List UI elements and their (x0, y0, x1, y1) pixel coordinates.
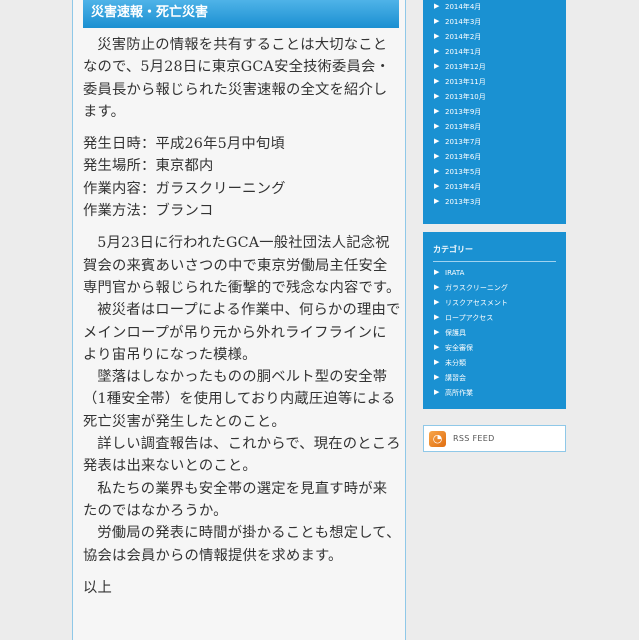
arrow-right-icon: ▶ (434, 313, 440, 321)
archive-link[interactable]: 2013年12月 (445, 63, 486, 71)
category-link[interactable]: 講習会 (445, 374, 466, 382)
archive-link[interactable]: 2013年3月 (445, 198, 481, 206)
category-link[interactable]: 安全審保 (445, 344, 473, 352)
category-link[interactable]: ロープアクセス (445, 314, 493, 322)
arrow-right-icon: ▶ (434, 137, 440, 145)
archive-link[interactable]: 2014年2月 (445, 33, 481, 41)
arrow-right-icon: ▶ (434, 122, 440, 130)
archive-item[interactable]: ▶ 2013年3月 (433, 193, 486, 208)
archive-item[interactable]: ▶ 2013年11月 (433, 73, 486, 88)
arrow-right-icon: ▶ (434, 358, 440, 366)
category-link[interactable]: IRATA (445, 269, 464, 277)
rss-label: RSS FEED (453, 434, 495, 443)
detail-work: 作業内容：ガラスクリーニング (83, 180, 286, 197)
rss-feed-link[interactable]: ◔ RSS FEED (423, 425, 566, 452)
archive-link[interactable]: 2013年8月 (445, 123, 481, 131)
arrow-right-icon: ▶ (434, 283, 440, 291)
archive-widget: ▶ 2014年4月 ▶ 2014年3月 ▶ 2014年2月 ▶ 2014年1月 ▶ 2013年12… (423, 0, 566, 224)
detail-method: 作業方法：ブランコ (83, 203, 214, 220)
article-paragraph: 墜落はしなかったものの胴ベルト型の安全帯（1種安全帯）を使用しており内蔵圧迫等に… (83, 369, 396, 430)
detail-location: 発生場所：東京都内 (83, 158, 214, 175)
category-link[interactable]: 未分類 (445, 359, 466, 367)
category-widget: カテゴリー ▶ IRATA ▶ ガラスクリーニング ▶ リスクアセスメント ▶ ロープアクセス… (423, 232, 566, 409)
arrow-right-icon: ▶ (434, 182, 440, 190)
archive-item[interactable]: ▶ 2013年4月 (433, 178, 486, 193)
archive-link[interactable]: 2014年4月 (445, 3, 481, 11)
arrow-right-icon: ▶ (434, 62, 440, 70)
main-content: 災害速報・死亡災害 災害防止の情報を共有することは大切なことなので、5月28日に… (72, 0, 406, 640)
category-item[interactable]: ▶ ガラスクリーニング (433, 281, 556, 296)
archive-item[interactable]: ▶ 2014年3月 (433, 13, 486, 28)
category-item[interactable]: ▶ 高所作業 (433, 386, 556, 401)
arrow-right-icon: ▶ (434, 167, 440, 175)
arrow-right-icon: ▶ (434, 17, 440, 25)
category-link[interactable]: 保護具 (445, 329, 466, 337)
category-item[interactable]: ▶ リスクアセスメント (433, 296, 556, 311)
article-paragraph: 5月23日に行われたGCA一般社団法人記念祝賀会の来賓あいさつの中で東京労働局主… (83, 235, 401, 296)
incident-details: 発生日時：平成26年5月中旬頃 発生場所：東京都内 作業内容：ガラスクリーニング… (83, 133, 401, 222)
category-item[interactable]: ▶ 未分類 (433, 356, 556, 371)
archive-item[interactable]: ▶ 2014年4月 (433, 0, 486, 13)
arrow-right-icon: ▶ (434, 2, 440, 10)
arrow-right-icon: ▶ (434, 328, 440, 336)
article-body: 災害防止の情報を共有することは大切なことなので、5月28日に東京GCA安全技術委… (83, 34, 401, 599)
category-item[interactable]: ▶ 安全審保 (433, 341, 556, 356)
archive-link[interactable]: 2014年3月 (445, 18, 481, 26)
arrow-right-icon: ▶ (434, 197, 440, 205)
rss-icon: ◔ (429, 431, 446, 447)
arrow-right-icon: ▶ (434, 32, 440, 40)
article-paragraph: 被災者はロープによる作業中、何らかの理由でメインロープが吊り元から外れライフライ… (83, 302, 401, 363)
archive-link[interactable]: 2013年9月 (445, 108, 481, 116)
article-heading: 災害速報・死亡災害 (83, 0, 399, 28)
archive-item[interactable]: ▶ 2013年12月 (433, 58, 486, 73)
archive-link[interactable]: 2013年4月 (445, 183, 481, 191)
arrow-right-icon: ▶ (434, 92, 440, 100)
article-intro: 災害防止の情報を共有することは大切なことなので、5月28日に東京GCA安全技術委… (83, 37, 391, 120)
archive-item[interactable]: ▶ 2014年2月 (433, 28, 486, 43)
arrow-right-icon: ▶ (434, 343, 440, 351)
archive-list: ▶ 2014年4月 ▶ 2014年3月 ▶ 2014年2月 ▶ 2014年1月 ▶ 2013年12… (433, 0, 486, 208)
archive-item[interactable]: ▶ 2014年1月 (433, 43, 486, 58)
arrow-right-icon: ▶ (434, 373, 440, 381)
category-item[interactable]: ▶ 保護具 (433, 326, 556, 341)
archive-item[interactable]: ▶ 2013年5月 (433, 163, 486, 178)
page: 災害速報・死亡災害 災害防止の情報を共有することは大切なことなので、5月28日に… (0, 0, 639, 640)
archive-link[interactable]: 2013年10月 (445, 93, 486, 101)
category-link[interactable]: リスクアセスメント (445, 299, 508, 307)
archive-link[interactable]: 2014年1月 (445, 48, 481, 56)
arrow-right-icon: ▶ (434, 77, 440, 85)
article-paragraph: 詳しい調査報告は、これからで、現在のところ発表は出来ないとのこと。 (83, 436, 401, 475)
category-item[interactable]: ▶ 講習会 (433, 371, 556, 386)
category-link[interactable]: 高所作業 (445, 389, 473, 397)
arrow-right-icon: ▶ (434, 298, 440, 306)
article-paragraph: 私たちの業界も安全帯の選定を見直す時が来たのではなかろうか。 (83, 480, 388, 519)
arrow-right-icon: ▶ (434, 107, 440, 115)
archive-item[interactable]: ▶ 2013年9月 (433, 103, 486, 118)
archive-item[interactable]: ▶ 2013年7月 (433, 133, 486, 148)
archive-link[interactable]: 2013年6月 (445, 153, 481, 161)
detail-date: 発生日時：平成26年5月中旬頃 (83, 136, 285, 153)
archive-link[interactable]: 2013年5月 (445, 168, 481, 176)
arrow-right-icon: ▶ (434, 47, 440, 55)
archive-link[interactable]: 2013年7月 (445, 138, 481, 146)
article-paragraph: 労働局の発表に時間が掛かることも想定して、協会は会員からの情報提供を求めます。 (83, 525, 401, 564)
arrow-right-icon: ▶ (434, 388, 440, 396)
category-item[interactable]: ▶ ロープアクセス (433, 311, 556, 326)
archive-link[interactable]: 2013年11月 (445, 78, 486, 86)
category-item[interactable]: ▶ IRATA (433, 266, 556, 281)
arrow-right-icon: ▶ (434, 152, 440, 160)
category-title: カテゴリー (433, 232, 556, 262)
category-link[interactable]: ガラスクリーニング (445, 284, 508, 292)
arrow-right-icon: ▶ (434, 268, 440, 276)
archive-item[interactable]: ▶ 2013年8月 (433, 118, 486, 133)
article-closing: 以上 (83, 579, 112, 596)
archive-item[interactable]: ▶ 2013年10月 (433, 88, 486, 103)
category-list: ▶ IRATA ▶ ガラスクリーニング ▶ リスクアセスメント ▶ ロープアクセス ▶ 保護具 ▶ 安… (433, 266, 556, 401)
archive-item[interactable]: ▶ 2013年6月 (433, 148, 486, 163)
